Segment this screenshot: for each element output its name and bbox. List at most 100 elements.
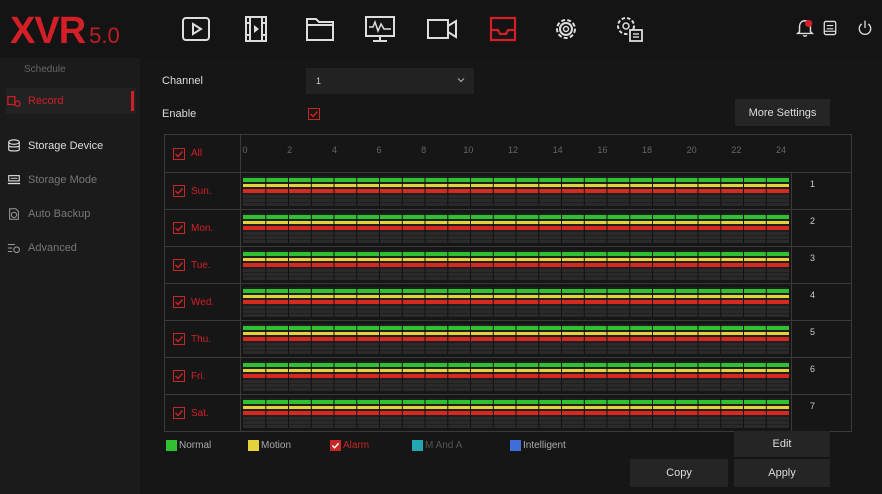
storage-mode-icon xyxy=(6,172,22,188)
day-index-cell: 4 xyxy=(791,284,851,320)
day-cell[interactable]: Mon. xyxy=(165,210,241,246)
legend-label: Normal xyxy=(179,439,212,451)
edit-button[interactable]: Edit xyxy=(734,431,830,457)
day-index: 1 xyxy=(810,179,816,189)
legend-label: Intelligent xyxy=(523,439,566,451)
day-index: 5 xyxy=(810,327,816,337)
active-indicator xyxy=(131,91,134,111)
logo-version: 5.0 xyxy=(89,23,120,48)
main-panel: Channel 1 Enable More Settings All 02468… xyxy=(140,58,882,494)
sidebar-item-label: Auto Backup xyxy=(28,208,91,220)
day-cell[interactable]: Sun. xyxy=(165,173,241,209)
video-file-icon[interactable] xyxy=(238,12,274,46)
sidebar-item-record[interactable]: Record xyxy=(6,88,136,114)
day-checkbox[interactable] xyxy=(173,296,185,308)
more-settings-button[interactable]: More Settings xyxy=(735,99,830,126)
day-schedule-track[interactable] xyxy=(243,361,789,391)
legend-swatch xyxy=(510,439,521,451)
day-label: Fri. xyxy=(191,370,206,382)
day-schedule-track[interactable] xyxy=(243,213,789,243)
schedule-day-row: Mon. 2 xyxy=(165,209,851,246)
sidebar-item-label: Advanced xyxy=(28,242,77,254)
day-checkbox[interactable] xyxy=(173,222,185,234)
day-schedule-track[interactable] xyxy=(243,250,789,280)
all-days-cell[interactable]: All xyxy=(165,135,241,172)
hour-tick-label: 20 xyxy=(686,145,697,155)
legend-swatch xyxy=(166,439,177,451)
legend-swatch xyxy=(330,439,341,451)
legend-item: Intelligent xyxy=(510,438,566,452)
system-settings-icon[interactable] xyxy=(611,12,647,46)
day-label: Tue. xyxy=(191,259,211,271)
day-label: Wed. xyxy=(191,296,215,308)
hour-tick-label: 12 xyxy=(507,145,519,155)
copy-button[interactable]: Copy xyxy=(630,459,728,487)
all-days-checkbox[interactable] xyxy=(173,147,185,160)
sidebar-item-advanced[interactable]: Advanced xyxy=(6,235,136,261)
legend-item: M And A xyxy=(412,438,462,452)
legend-swatch xyxy=(412,439,423,451)
day-index: 4 xyxy=(810,290,816,300)
folder-icon[interactable] xyxy=(302,12,338,46)
settings-icon[interactable] xyxy=(548,12,584,46)
legend-item: Normal xyxy=(166,438,211,452)
legend-label: M And A xyxy=(425,439,463,451)
enable-checkbox[interactable] xyxy=(308,108,320,120)
backup-icon xyxy=(6,206,22,222)
sidebar-item-storage-mode[interactable]: Storage Mode xyxy=(6,167,136,193)
day-cell[interactable]: Thu. xyxy=(165,321,241,357)
apply-button[interactable]: Apply xyxy=(734,459,830,487)
day-index-cell: 2 xyxy=(791,210,851,246)
all-days-label: All xyxy=(191,148,203,159)
day-cell[interactable]: Wed. xyxy=(165,284,241,320)
hour-tick-label: 0 xyxy=(242,145,248,155)
record-icon xyxy=(6,93,22,109)
database-icon xyxy=(6,138,22,154)
day-index: 6 xyxy=(810,364,816,374)
sidebar-item-storage-device[interactable]: Storage Device xyxy=(6,133,136,159)
hour-tick-label: 2 xyxy=(287,145,293,155)
day-cell[interactable]: Tue. xyxy=(165,247,241,283)
sidebar: Schedule Record Storage Device Storage M… xyxy=(0,58,140,494)
day-schedule-track[interactable] xyxy=(243,398,789,428)
day-index-cell: 5 xyxy=(791,321,851,357)
legend-item: Motion xyxy=(248,438,291,452)
camera-icon[interactable] xyxy=(424,12,460,46)
day-schedule-track[interactable] xyxy=(243,324,789,354)
hour-tick-label: 4 xyxy=(331,145,337,155)
sidebar-section-title: Schedule xyxy=(24,64,66,75)
day-index: 2 xyxy=(810,216,816,226)
day-checkbox[interactable] xyxy=(173,259,185,271)
day-index-cell: 7 xyxy=(791,395,851,431)
sidebar-item-auto-backup[interactable]: Auto Backup xyxy=(6,201,136,227)
schedule-day-row: Fri. 6 xyxy=(165,357,851,394)
day-cell[interactable]: Fri. xyxy=(165,358,241,394)
day-schedule-track[interactable] xyxy=(243,287,789,317)
schedule-day-row: Tue. 3 xyxy=(165,246,851,283)
day-checkbox[interactable] xyxy=(173,370,185,382)
legend-label: Alarm xyxy=(343,439,370,451)
top-bar: XVR 5.0 xyxy=(0,0,882,58)
storage-icon[interactable] xyxy=(485,12,521,46)
monitor-icon[interactable] xyxy=(362,12,398,46)
schedule-day-row: Thu. 5 xyxy=(165,320,851,357)
channel-select[interactable]: 1 xyxy=(306,68,474,94)
day-checkbox[interactable] xyxy=(173,185,185,197)
sidebar-item-label: Storage Mode xyxy=(28,174,98,186)
legend-swatch xyxy=(248,439,259,451)
alarm-bell-icon[interactable] xyxy=(794,16,816,40)
day-index-cell: 3 xyxy=(791,247,851,283)
schedule-day-row: Sun. 1 xyxy=(165,172,851,209)
hour-tick-label: 10 xyxy=(463,145,474,155)
hour-scale: 0 2 4 6 8 10 12 14 16 18 20 22 24 xyxy=(241,135,791,172)
notes-icon[interactable] xyxy=(819,16,841,40)
day-checkbox[interactable] xyxy=(173,407,185,419)
day-checkbox[interactable] xyxy=(173,333,185,345)
power-icon[interactable] xyxy=(854,16,876,40)
day-label: Thu. xyxy=(191,333,212,345)
day-schedule-track[interactable] xyxy=(243,176,789,206)
schedule-grid: All 0 2 4 6 8 10 12 14 16 18 20 22 24 Sun. 1 Mon. 2 Tue.… xyxy=(164,134,852,432)
hour-tick-label: 24 xyxy=(775,145,787,155)
playback-icon[interactable] xyxy=(178,12,214,46)
day-cell[interactable]: Sat. xyxy=(165,395,241,431)
